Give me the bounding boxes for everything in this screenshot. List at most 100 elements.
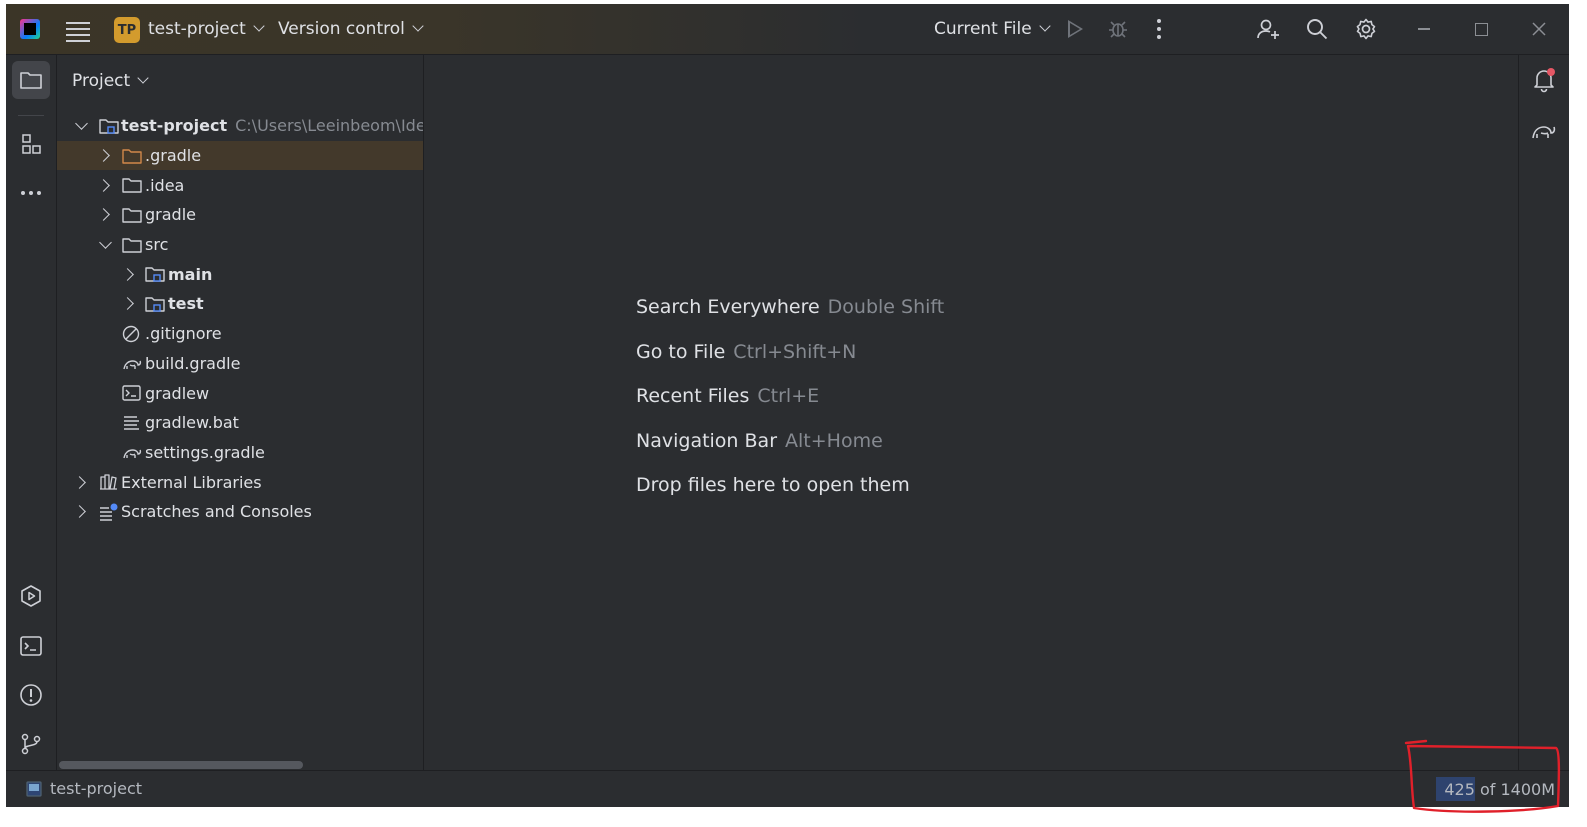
tree-item-label: test (168, 294, 204, 314)
tree-row-main[interactable]: main (57, 259, 423, 289)
more-tools-button[interactable] (12, 174, 50, 212)
project-tool-button[interactable] (12, 61, 50, 99)
chevron-right-icon[interactable] (73, 475, 86, 489)
structure-icon (22, 134, 41, 154)
run-tool-button[interactable] (12, 577, 50, 615)
problems-icon (20, 684, 42, 706)
settings-icon[interactable] (1354, 17, 1378, 41)
hint-action: Recent Files (636, 385, 750, 407)
editor-hints: Search Everywhere Double Shift Go to File… (636, 285, 944, 508)
chevron-right-icon[interactable] (97, 208, 110, 222)
chevron-down-icon[interactable] (99, 236, 112, 249)
tree-item-label: gradlew.bat (145, 413, 239, 433)
left-tool-strip (6, 55, 57, 771)
editor-area: Search Everywhere Double Shift Go to File… (424, 55, 1519, 771)
hint-recent-files: Recent Files Ctrl+E (636, 374, 944, 419)
tree-item-label: build.gradle (145, 353, 241, 373)
tree-item-label: .gitignore (145, 324, 222, 344)
project-panel-header[interactable]: Project (72, 71, 149, 91)
chevron-right-icon[interactable] (73, 505, 86, 519)
chevron-down-icon[interactable] (75, 117, 88, 131)
tree-item-label: settings.gradle (145, 442, 265, 462)
gradle-elephant-icon (123, 449, 142, 459)
debug-icon[interactable] (1108, 19, 1128, 39)
tree-row-gradle[interactable]: gradle (57, 200, 423, 230)
tree-row-gradlew-bat[interactable]: gradlew.bat (57, 408, 423, 438)
chevron-right-icon[interactable] (121, 297, 134, 311)
tree-row-test[interactable]: test (57, 289, 423, 319)
tree-root-label: test-project (121, 116, 228, 136)
chevron-down-icon (253, 20, 265, 32)
tree-item-label: main (168, 264, 213, 284)
project-tree: test-project C:\Users\Leeinbeom\Idea .gra… (57, 111, 423, 527)
chevron-down-icon (1039, 20, 1051, 32)
tree-row-root[interactable]: test-project C:\Users\Leeinbeom\Idea (57, 111, 423, 141)
tree-row-settings-gradle[interactable]: settings.gradle (57, 438, 423, 468)
hint-navigation-bar: Navigation Bar Alt+Home (636, 419, 944, 464)
tree-row-gradlew[interactable]: gradlew (57, 378, 423, 408)
git-branch-icon (21, 733, 41, 755)
add-user-icon[interactable] (1256, 17, 1280, 41)
hint-drop-files: Drop files here to open them (636, 463, 944, 508)
project-panel: Project test-project C:\Users\Leeinbeom\I… (57, 55, 424, 771)
tree-row-scratches[interactable]: Scratches and Consoles (57, 497, 423, 527)
chevron-right-icon[interactable] (97, 149, 110, 162)
horizontal-scrollbar[interactable] (59, 761, 303, 769)
status-project-breadcrumb[interactable]: test-project (26, 779, 142, 798)
tree-row-external-libraries[interactable]: External Libraries (57, 467, 423, 497)
tree-item-label: gradlew (145, 383, 210, 403)
gradle-elephant-icon (1532, 126, 1556, 139)
tree-row-gradle-cache[interactable]: .gradle (57, 140, 423, 171)
tree-row-build-gradle[interactable]: build.gradle (57, 349, 423, 379)
notifications-button[interactable] (1525, 61, 1563, 99)
app-logo-icon (20, 19, 40, 39)
text-file-icon (124, 416, 139, 430)
red-annotation-circle (1404, 739, 1561, 813)
hint-go-to-file: Go to File Ctrl+Shift+N (636, 330, 944, 375)
hint-action: Navigation Bar (636, 429, 778, 452)
scratches-icon (100, 503, 118, 521)
hint-shortcut: Ctrl+Shift+N (733, 340, 857, 363)
editor-empty-background (424, 55, 1519, 771)
minimize-icon[interactable] (1412, 17, 1436, 41)
hint-action: Drop files here to open them (636, 474, 910, 496)
tree-row-gitignore[interactable]: .gitignore (57, 319, 423, 349)
tree-item-label: gradle (145, 205, 196, 225)
hint-action: Go to File (636, 340, 726, 363)
folder-icon (122, 237, 142, 253)
search-icon[interactable] (1305, 17, 1329, 41)
problems-tool-button[interactable] (12, 676, 50, 714)
main-menu-icon[interactable] (66, 18, 90, 42)
gradle-tool-button[interactable] (1525, 111, 1563, 149)
run-icon[interactable] (1068, 20, 1083, 38)
folder-icon (20, 72, 42, 89)
ignore-file-icon (122, 325, 140, 342)
git-tool-button[interactable] (12, 725, 50, 763)
status-bar: test-project 425 of 1400M (6, 770, 1569, 807)
structure-tool-button[interactable] (12, 125, 50, 163)
maximize-icon[interactable] (1469, 17, 1493, 41)
vcs-menu[interactable]: Version control (278, 19, 424, 39)
module-folder-icon (99, 119, 119, 134)
module-folder-icon (145, 297, 165, 312)
chevron-right-icon[interactable] (121, 267, 134, 281)
more-icon[interactable] (1156, 19, 1162, 39)
panel-title: Project (72, 71, 131, 91)
run-config-selector[interactable]: Current File (934, 19, 1051, 39)
hint-search-everywhere: Search Everywhere Double Shift (636, 285, 944, 330)
strip-divider (18, 115, 44, 116)
excluded-folder-icon (122, 148, 142, 164)
project-switcher-label: test-project (148, 19, 246, 39)
chevron-right-icon[interactable] (97, 178, 110, 192)
tree-row-idea[interactable]: .idea (57, 170, 423, 200)
project-badge[interactable]: TP (114, 17, 140, 43)
project-switcher[interactable]: test-project (148, 19, 265, 39)
chevron-down-icon (137, 72, 149, 84)
tree-row-src[interactable]: src (57, 230, 423, 260)
library-icon (100, 474, 117, 490)
hint-shortcut: Alt+Home (785, 429, 883, 452)
terminal-tool-button[interactable] (12, 627, 50, 665)
close-icon[interactable] (1527, 17, 1551, 41)
ide-window: TP test-project Version control Current … (6, 4, 1569, 807)
module-folder-icon (145, 267, 165, 282)
